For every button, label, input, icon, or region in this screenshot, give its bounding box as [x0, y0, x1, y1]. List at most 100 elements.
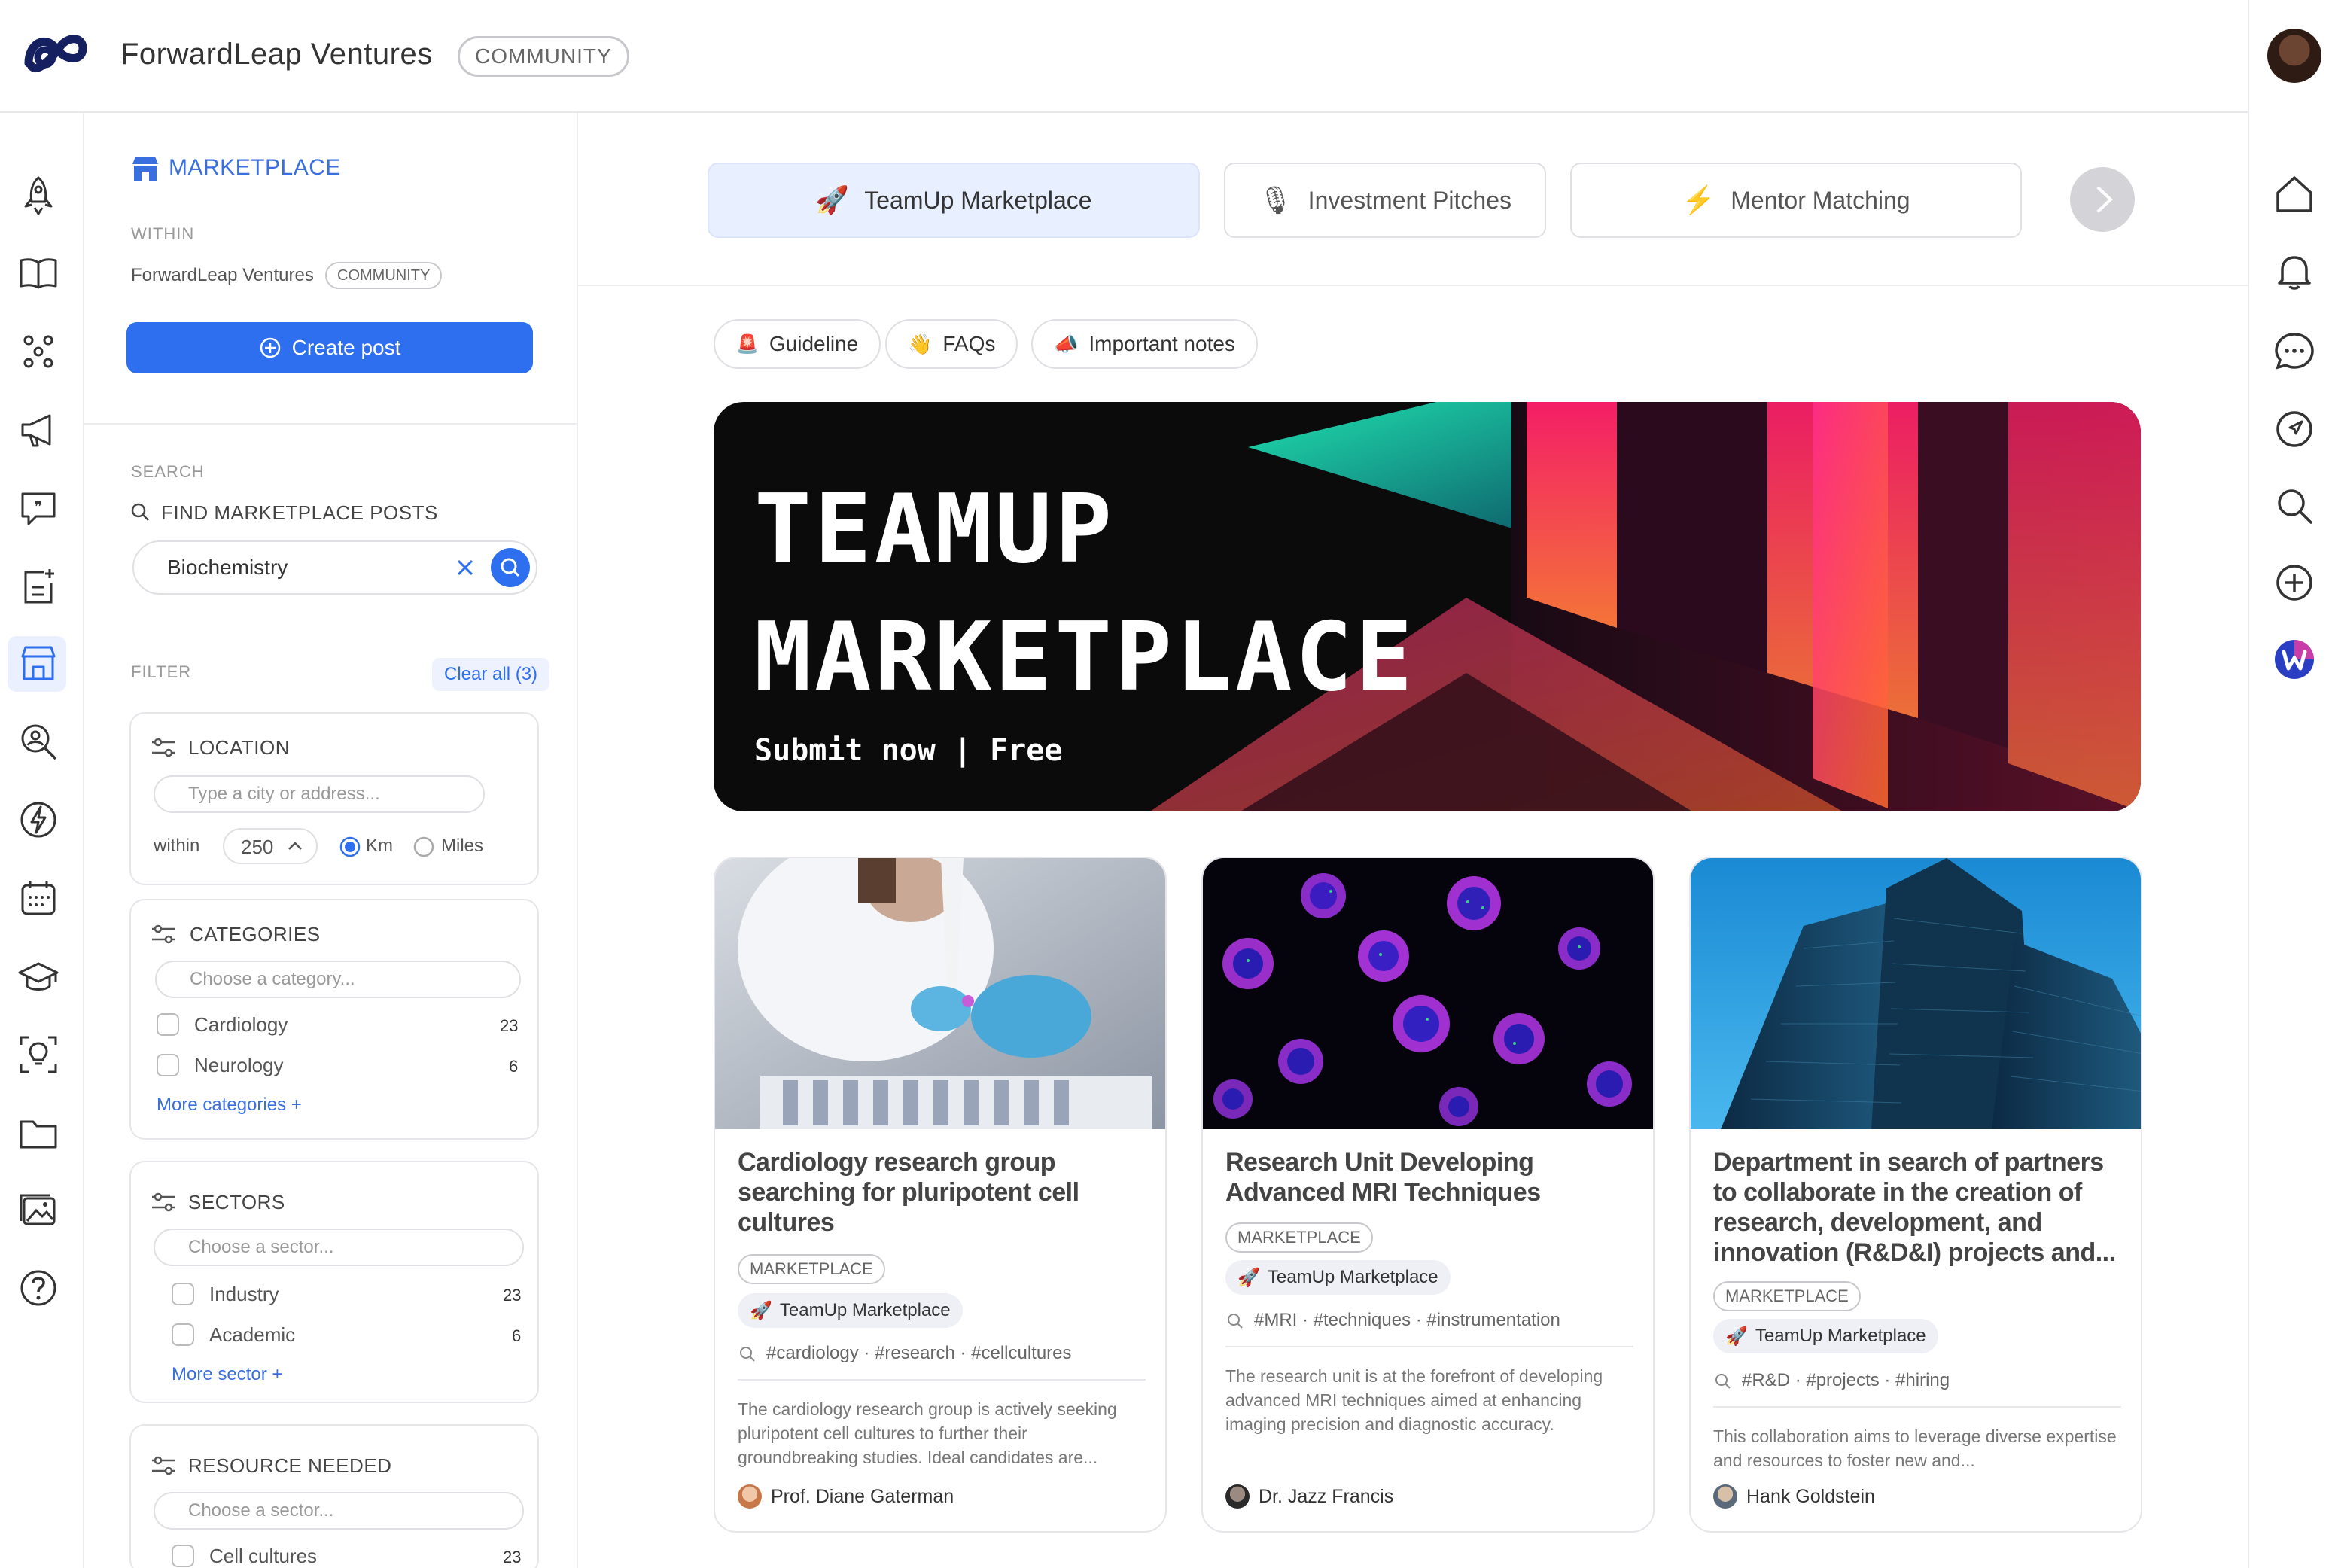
- lightning-circle-icon[interactable]: [17, 798, 60, 842]
- gallery-icon[interactable]: [17, 1188, 60, 1232]
- quote-chat-icon[interactable]: ❞: [17, 486, 60, 530]
- resource-input[interactable]: Choose a sector...: [154, 1492, 524, 1530]
- search-person-icon[interactable]: [17, 720, 60, 763]
- post-marketplace-badge[interactable]: 🚀 TeamUp Marketplace: [1713, 1319, 1938, 1353]
- chip-label: Important notes: [1088, 332, 1235, 355]
- megaphone-icon[interactable]: [17, 408, 60, 452]
- bell-icon[interactable]: [2272, 248, 2317, 294]
- chevron-right-icon: [2097, 187, 2113, 212]
- chevron-up-icon[interactable]: [286, 839, 304, 854]
- lightbulb-scan-icon[interactable]: [17, 1033, 60, 1076]
- calendar-icon[interactable]: [17, 876, 60, 920]
- megaphone-icon: 📣: [1054, 332, 1079, 355]
- sectors-title: SECTORS: [188, 1191, 285, 1213]
- guideline-chip[interactable]: 🚨 Guideline: [714, 319, 881, 369]
- sector-checkbox-industry[interactable]: [172, 1283, 194, 1305]
- within-label: WITHIN: [131, 224, 195, 243]
- marketplace-label: TeamUp Marketplace: [1267, 1267, 1438, 1287]
- post-hashtags[interactable]: #cardiology · #research · #cellcultures: [766, 1343, 1072, 1364]
- radio-km-selected[interactable]: [339, 836, 361, 858]
- tab-teamup-marketplace[interactable]: 🚀 TeamUp Marketplace: [708, 163, 1200, 238]
- lightning-icon: ⚡: [1682, 184, 1716, 215]
- tab-investment-pitches[interactable]: 🎙 Investment Pitches: [1224, 163, 1546, 238]
- category-checkbox-neurology[interactable]: [157, 1054, 179, 1076]
- author-name: Hank Goldstein: [1746, 1485, 1875, 1507]
- category-checkbox-cardiology[interactable]: [157, 1013, 179, 1036]
- post-card[interactable]: Department in search of partners to coll…: [1689, 857, 2142, 1533]
- chat-icon[interactable]: [2272, 328, 2317, 373]
- community-badge: COMMUNITY: [458, 36, 629, 77]
- post-marketplace-badge[interactable]: 🚀 TeamUp Marketplace: [1225, 1260, 1451, 1295]
- filter-label: FILTER: [131, 662, 192, 681]
- people-group-icon[interactable]: [17, 330, 60, 373]
- cell-microscopy-image: [1203, 858, 1653, 1129]
- sliders-icon: [152, 738, 175, 757]
- folder-icon[interactable]: [17, 1111, 60, 1155]
- post-hashtags[interactable]: #MRI · #techniques · #instrumentation: [1254, 1310, 1560, 1331]
- post-tag-wrap: MARKETPLACE: [1225, 1222, 1373, 1253]
- post-description: This collaboration aims to leverage dive…: [1713, 1426, 2117, 1470]
- search-submit-button[interactable]: [491, 548, 530, 587]
- banner-subtitle: Submit now | Free: [754, 733, 1063, 768]
- within-community-name: ForwardLeap Ventures: [131, 265, 314, 285]
- important-notes-chip[interactable]: 📣 Important notes: [1031, 319, 1258, 369]
- rocket-icon[interactable]: [17, 173, 60, 217]
- post-marketplace-badge[interactable]: 🚀 TeamUp Marketplace: [738, 1293, 963, 1328]
- tab-label: Mentor Matching: [1731, 186, 1910, 214]
- post-title[interactable]: Department in search of partners to coll…: [1713, 1147, 2127, 1268]
- rocket-icon: 🚀: [1725, 1326, 1748, 1347]
- banner-title-line2: MARKETPLACE: [754, 601, 1416, 712]
- sector-input[interactable]: Choose a sector...: [154, 1229, 524, 1266]
- post-author[interactable]: Dr. Jazz Francis: [1225, 1484, 1393, 1509]
- post-hashtags[interactable]: #R&D · #projects · #hiring: [1742, 1370, 1950, 1391]
- home-icon[interactable]: [2272, 172, 2317, 217]
- category-input[interactable]: Choose a category...: [155, 961, 521, 998]
- marketplace-store-icon[interactable]: [17, 641, 60, 685]
- author-name: Dr. Jazz Francis: [1259, 1485, 1394, 1507]
- search-icon: [131, 503, 149, 521]
- w-app-icon[interactable]: [2272, 637, 2317, 682]
- add-circle-icon[interactable]: [2272, 560, 2317, 605]
- create-post-button[interactable]: Create post: [126, 322, 533, 373]
- sector-checkbox-academic[interactable]: [172, 1323, 194, 1346]
- post-card[interactable]: Cardiology research group searching for …: [714, 857, 1167, 1533]
- faqs-chip[interactable]: 👋 FAQs: [885, 319, 1018, 369]
- brand-name: ForwardLeap Ventures: [120, 38, 433, 71]
- post-tag-wrap: MARKETPLACE: [738, 1254, 885, 1284]
- km-label: Km: [366, 836, 393, 856]
- add-post-icon[interactable]: [17, 565, 60, 608]
- post-author[interactable]: Hank Goldstein: [1713, 1484, 1875, 1509]
- user-avatar[interactable]: [2267, 29, 2321, 83]
- post-title[interactable]: Research Unit Developing Advanced MRI Te…: [1225, 1147, 1632, 1207]
- resource-checkbox-cell-cultures[interactable]: [172, 1545, 194, 1567]
- more-categories-link[interactable]: More categories +: [157, 1095, 302, 1116]
- more-sectors-link[interactable]: More sector +: [172, 1364, 282, 1385]
- search-icon[interactable]: [2272, 483, 2317, 528]
- radio-miles[interactable]: [412, 836, 435, 858]
- forwardleap-logo-icon[interactable]: [23, 29, 90, 83]
- categories-title: CATEGORIES: [190, 923, 321, 945]
- category-label: Cardiology: [194, 1013, 288, 1036]
- lab-pipette-image: [715, 858, 1165, 1129]
- banner-title: TEAMUP MARKETPLACE: [754, 465, 1415, 721]
- post-card[interactable]: Research Unit Developing Advanced MRI Te…: [1201, 857, 1655, 1533]
- category-count: 6: [509, 1057, 519, 1076]
- tabs-next-button[interactable]: [2070, 167, 2135, 232]
- tab-mentor-matching[interactable]: ⚡ Mentor Matching: [1570, 163, 2022, 238]
- microphone-icon: 🎙: [1258, 184, 1293, 215]
- compass-send-icon[interactable]: [2272, 406, 2317, 452]
- search-input-value[interactable]: Biochemistry: [167, 556, 288, 580]
- sliders-icon: [152, 924, 175, 944]
- resource-title: RESOURCE NEEDED: [188, 1454, 392, 1477]
- close-icon[interactable]: [455, 557, 476, 578]
- post-author[interactable]: Prof. Diane Gaterman: [738, 1484, 954, 1509]
- help-icon[interactable]: [17, 1266, 60, 1310]
- sector-label: Academic: [209, 1323, 296, 1346]
- location-input[interactable]: Type a city or address...: [154, 775, 485, 813]
- sector-count: 23: [503, 1286, 522, 1305]
- book-icon[interactable]: [17, 251, 60, 295]
- clear-filters-button[interactable]: Clear all (3): [432, 658, 550, 691]
- banner-title-line1: TEAMUP: [754, 473, 1116, 584]
- post-title[interactable]: Cardiology research group searching for …: [738, 1147, 1144, 1238]
- graduation-cap-icon[interactable]: [17, 955, 60, 998]
